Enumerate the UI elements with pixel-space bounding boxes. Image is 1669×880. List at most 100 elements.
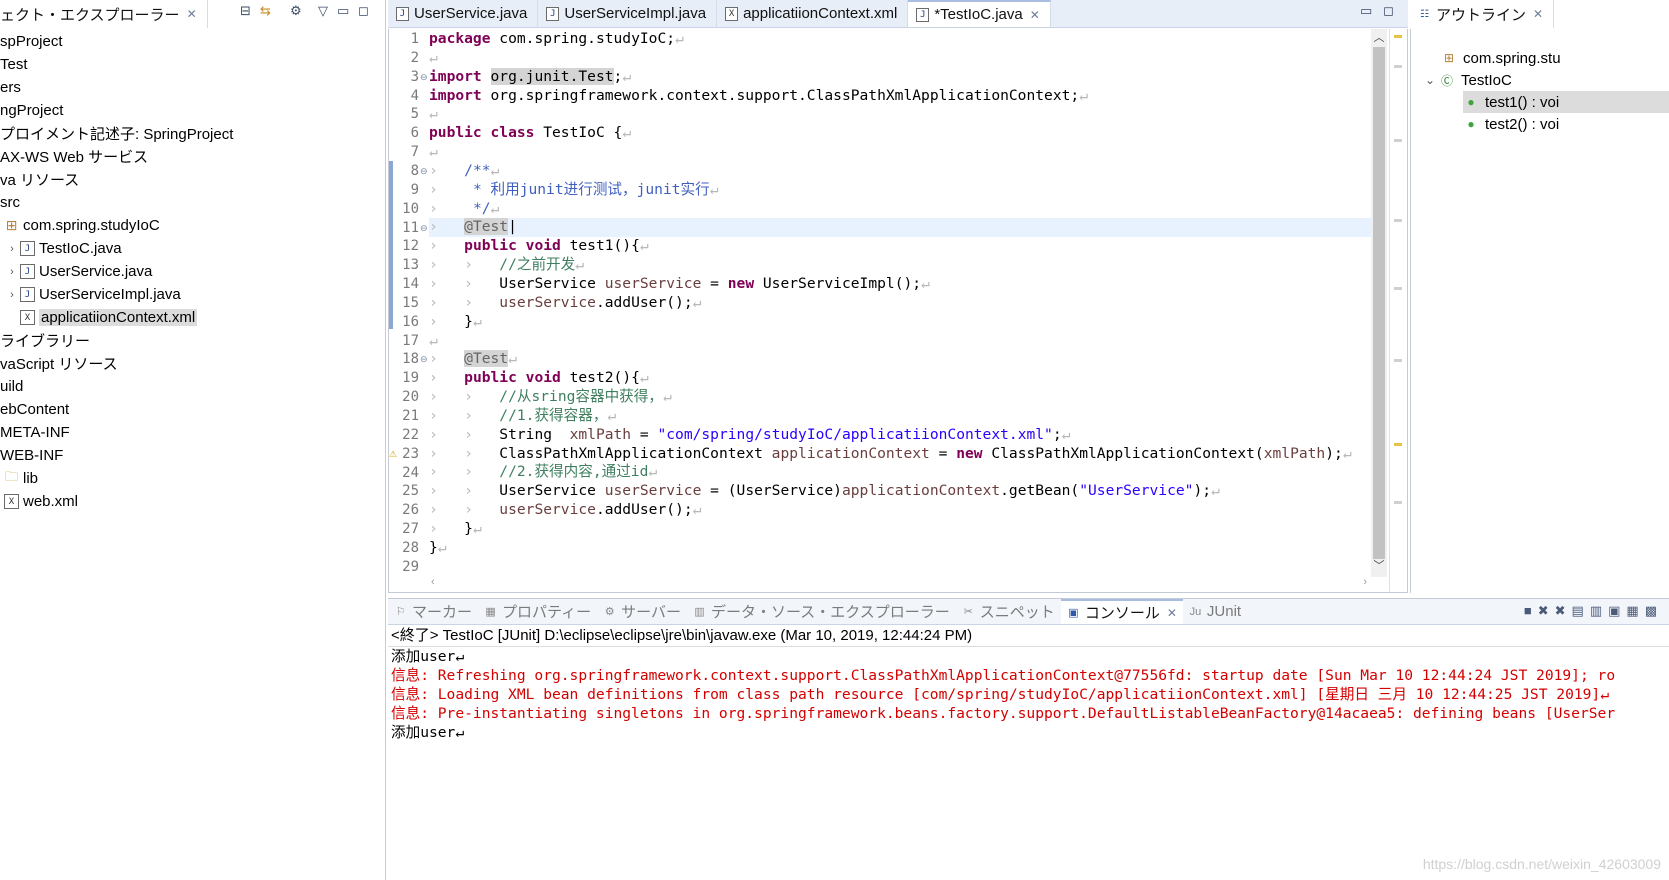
code-line[interactable]: ↵ <box>429 105 1371 124</box>
scroll-thumb[interactable] <box>1373 47 1385 559</box>
scroll-lock-icon[interactable]: ▥ <box>1590 603 1608 618</box>
code-editor[interactable]: 1 2 3 ⊖ 4 5 6 7 8 ⊖ 9 10 11 ⊖ 12 13 14 15 16 17 18 ⊖ 19 20 21 22 2… <box>388 29 1408 593</box>
code-line[interactable]: › }↵ <box>429 313 1371 332</box>
horizontal-scrollbar[interactable]: ‹ › <box>429 576 1371 590</box>
overview-warning-mark[interactable] <box>1394 35 1402 38</box>
tree-item[interactable]: src <box>0 191 385 214</box>
link-editor-icon[interactable]: ⇆ <box>260 3 271 19</box>
close-icon[interactable]: ✕ <box>1533 7 1543 21</box>
expand-icon[interactable]: › <box>6 243 18 255</box>
code-line[interactable]: › › //从sring容器中获得，↵ <box>429 388 1371 407</box>
code-line[interactable]: › › //2.获得内容,通过id↵ <box>429 463 1371 482</box>
code-line[interactable]: import org.junit.Test;↵ <box>429 67 1371 87</box>
clear-console-icon[interactable]: ▤ <box>1572 603 1590 618</box>
maximize-icon[interactable]: ◻ <box>358 3 369 19</box>
overview-mark[interactable] <box>1394 287 1402 290</box>
tree-item[interactable]: › J UserService.java <box>0 260 385 283</box>
bottom-tab[interactable]: ✂ スニペット <box>956 599 1061 624</box>
code-line[interactable]: › › userService.addUser();↵ <box>429 501 1371 520</box>
console-output[interactable]: <終了> TestIoC [JUnit] D:\eclipse\eclipse\… <box>388 625 1669 880</box>
pin-console-icon[interactable]: ▣ <box>1608 603 1626 618</box>
minimize-icon[interactable]: ▭ <box>337 3 349 19</box>
tree-item[interactable]: ngProject <box>0 99 385 122</box>
scroll-left-icon[interactable]: ‹ <box>431 576 435 588</box>
tree-item[interactable]: XapplicatiionContext.xml <box>0 306 385 329</box>
editor-minimize-icon[interactable]: ▭ <box>1360 3 1372 19</box>
overview-ruler[interactable] <box>1389 29 1407 592</box>
view-menu-icon[interactable]: ▽ <box>318 3 328 19</box>
editor-tab[interactable]: J UserService.java <box>388 0 539 27</box>
scroll-right-icon[interactable]: › <box>1363 576 1367 588</box>
warning-icon[interactable]: ⚠ <box>389 445 397 464</box>
fold-toggle-icon[interactable]: ⊖ <box>420 162 428 181</box>
tree-item[interactable]: ライブラリー <box>0 329 385 352</box>
code-line[interactable]: ↵ <box>429 49 1371 68</box>
tree-item[interactable]: META-INF <box>0 421 385 444</box>
overview-mark[interactable] <box>1394 219 1402 222</box>
code-line[interactable]: › › ClassPathXmlApplicationContext appli… <box>429 445 1371 464</box>
tree-item[interactable]: › J TestIoC.java <box>0 237 385 260</box>
bottom-tab[interactable]: ▥ データ・ソース・エクスプローラー <box>687 599 956 624</box>
code-line[interactable]: › */↵ <box>429 200 1371 219</box>
code-line[interactable]: › * 利用junit进行测试，junit实行↵ <box>429 181 1371 200</box>
outline-item[interactable]: ● test2() : voi <box>1463 113 1669 135</box>
tree-item[interactable]: WEB-INF <box>0 444 385 467</box>
close-icon[interactable]: ✕ <box>1167 606 1177 620</box>
tab-outline[interactable]: ☷ アウトライン ✕ <box>1410 0 1555 28</box>
code-line[interactable]: › @Test| <box>429 218 1371 238</box>
code-line[interactable]: › › String xmlPath = "com/spring/studyIo… <box>429 426 1371 445</box>
code-line[interactable]: › › //1.获得容器，↵ <box>429 407 1371 426</box>
remove-launch-icon[interactable]: ✖ <box>1538 603 1555 618</box>
code-line[interactable]: › › UserService userService = new UserSe… <box>429 275 1371 294</box>
close-icon[interactable]: ✕ <box>1030 8 1040 22</box>
code-line[interactable]: › › userService.addUser();↵ <box>429 294 1371 313</box>
tree-item[interactable]: va リソース <box>0 168 385 191</box>
tree-item[interactable]: uild <box>0 375 385 398</box>
scroll-down-icon[interactable]: ﹀ <box>1371 557 1387 573</box>
editor-tab[interactable]: XapplicatiionContext.xml <box>717 0 909 27</box>
tree-item[interactable]: ers <box>0 76 385 99</box>
scroll-up-icon[interactable]: ︿ <box>1371 29 1387 45</box>
tree-item[interactable]: spProject <box>0 30 385 53</box>
vertical-scrollbar[interactable]: ︿ ﹀ <box>1371 29 1387 577</box>
code-line[interactable]: › }↵ <box>429 520 1371 539</box>
expand-icon[interactable]: › <box>6 266 18 278</box>
close-icon[interactable]: ✕ <box>187 7 197 21</box>
fold-toggle-icon[interactable]: ⊖ <box>420 68 428 87</box>
overview-mark[interactable] <box>1394 359 1402 362</box>
tab-project-explorer[interactable]: ェクト・エクスプローラー ✕ <box>0 0 208 28</box>
bottom-tab[interactable]: ▣ コンソール ✕ <box>1060 599 1183 624</box>
outline-item[interactable]: ⌄ Ⓒ TestIoC <box>1425 69 1669 91</box>
open-console-icon[interactable]: ▩ <box>1645 603 1663 618</box>
code-line[interactable]: › /**↵ <box>429 162 1371 181</box>
tree-item[interactable]: ebContent <box>0 398 385 421</box>
editor-tab[interactable]: J *TestIoC.java ✕ <box>908 0 1051 27</box>
collapse-all-icon[interactable]: ⊟ <box>240 3 251 19</box>
tree-item[interactable]: Test <box>0 53 385 76</box>
code-line[interactable] <box>429 558 1371 577</box>
code-line[interactable]: public class TestIoC {↵ <box>429 124 1371 143</box>
code-area[interactable]: package com.spring.studyIoC;↵ ↵ import org… <box>429 29 1371 576</box>
tree-item[interactable]: › J UserServiceImpl.java <box>0 283 385 306</box>
code-line[interactable]: ↵ <box>429 332 1371 351</box>
code-line[interactable]: package com.spring.studyIoC;↵ <box>429 30 1371 49</box>
outline-item[interactable]: ⊞ com.spring.stu <box>1441 47 1669 69</box>
tree-item[interactable]: Xweb.xml <box>0 490 385 513</box>
terminate-icon[interactable]: ■ <box>1524 603 1538 618</box>
overview-mark[interactable] <box>1394 65 1402 68</box>
bottom-tab[interactable]: ⚐ マーカー <box>388 599 478 624</box>
code-line[interactable]: › public void test1(){↵ <box>429 237 1371 256</box>
filter-icon[interactable]: ⚙ <box>290 3 302 19</box>
overview-mark[interactable] <box>1394 501 1402 504</box>
overview-warning-mark[interactable] <box>1394 443 1402 446</box>
tree-item[interactable]: 🗀 lib <box>0 467 385 490</box>
bottom-tab[interactable]: Ju JUnit <box>1183 599 1247 624</box>
tree-item[interactable]: vaScript リソース <box>0 352 385 375</box>
expand-icon[interactable]: › <box>6 289 18 301</box>
editor-tab[interactable]: J UserServiceImpl.java <box>538 0 718 27</box>
bottom-tab[interactable]: ⚙ サーバー <box>597 599 687 624</box>
fold-toggle-icon[interactable]: ⊖ <box>420 219 428 238</box>
tree-item[interactable]: AX-WS Web サービス <box>0 145 385 168</box>
display-console-icon[interactable]: ▦ <box>1626 603 1644 618</box>
outline-item[interactable]: ● test1() : voi <box>1463 91 1669 113</box>
